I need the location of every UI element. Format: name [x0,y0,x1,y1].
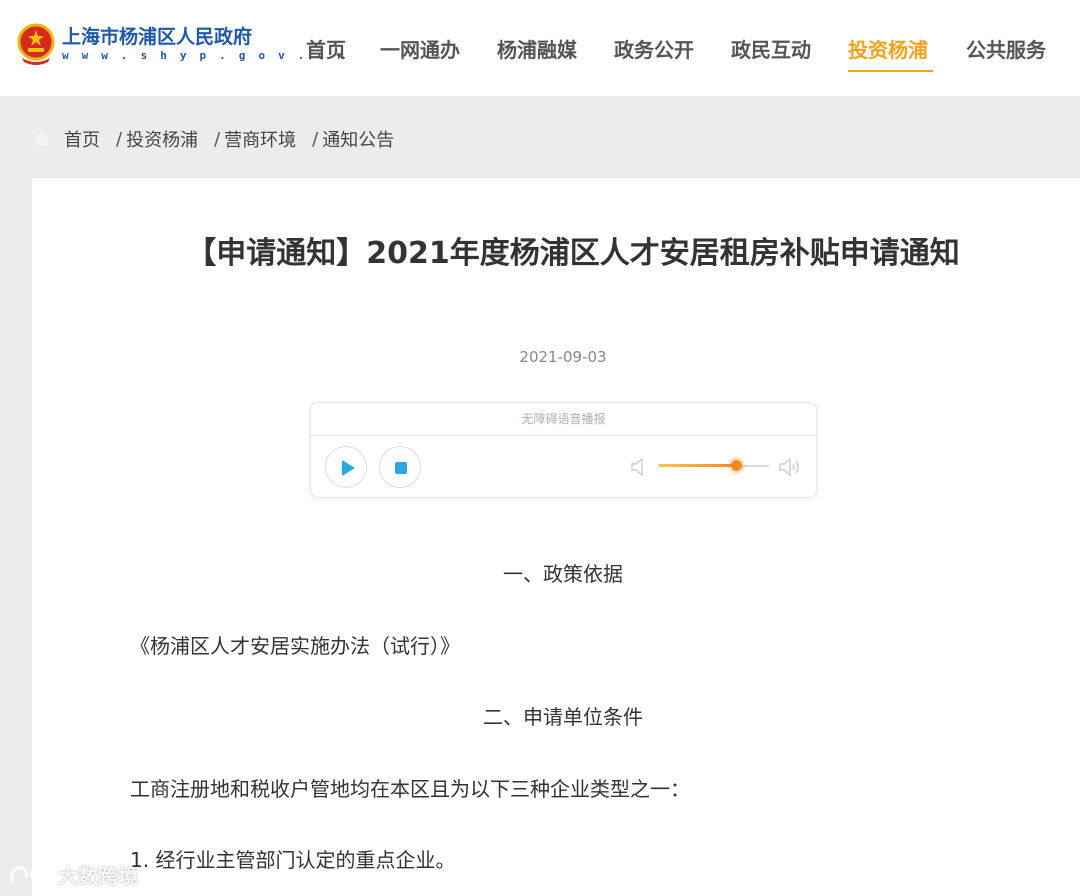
condition-item-1: 1. 经行业主管部门认定的重点企业。 [130,848,456,872]
policy-document-name: 《杨浦区人才安居实施办法（试行）》 [130,634,460,658]
nav-home[interactable]: 首页 [306,34,346,63]
volume-slider-knob[interactable] [730,460,742,471]
breadcrumb-home[interactable]: 首页 [64,126,100,152]
breadcrumb-business-environment[interactable]: 营商环境 [224,126,296,152]
nav-government-affairs[interactable]: 政务公开 [614,34,694,63]
nav-yangpu-media[interactable]: 杨浦融媒 [497,34,577,63]
section-heading-policy-basis: 一、政策依据 [503,562,623,586]
article-card: 【申请通知】2021年度杨浦区人才安居租房补贴申请通知 2021-09-03 无… [32,178,1080,896]
article-title: 【申请通知】2021年度杨浦区人才安居租房补贴申请通知 [186,236,960,271]
nav-invest-yangpu[interactable]: 投资杨浦 [848,34,928,63]
home-icon [34,132,50,146]
nav-one-stop-service[interactable]: 一网通办 [380,34,460,63]
main-nav: 首页 一网通办 杨浦融媒 政务公开 政民互动 投资杨浦 公共服务 [0,34,1080,74]
article-date: 2021-09-03 [519,348,607,366]
breadcrumb: 首页 / 投资杨浦 / 营商环境 / 通知公告 [32,126,394,152]
play-button[interactable] [325,446,367,488]
audio-player-heading: 无障碍语音播报 [311,403,816,436]
conditions-intro: 工商注册地和税收户管地均在本区且为以下三种企业类型之一： [130,777,690,801]
stop-icon [395,462,407,474]
breadcrumb-separator: / [312,128,319,150]
watermark: 大数跨境 [8,860,138,889]
volume-slider-fill [659,464,736,467]
play-icon [342,460,355,476]
breadcrumb-separator: / [116,128,123,150]
stop-button[interactable] [379,446,421,488]
site-header: 上海市杨浦区人民政府 w w w . s h y p . g o v . c n… [0,0,1080,96]
breadcrumb-invest-yangpu[interactable]: 投资杨浦 [126,126,198,152]
audio-player: 无障碍语音播报 [310,402,817,498]
volume-slider[interactable] [659,459,769,473]
breadcrumb-notices[interactable]: 通知公告 [322,126,394,152]
volume-low-icon [631,458,643,476]
nav-interaction[interactable]: 政民互动 [731,34,811,63]
volume-high-icon [779,457,799,477]
nav-public-service[interactable]: 公共服务 [966,34,1046,63]
watermark-text: 大数跨境 [58,864,138,888]
active-nav-indicator [848,70,933,72]
watermark-logo-icon [10,865,52,882]
section-heading-applicant-conditions: 二、申请单位条件 [483,705,643,729]
breadcrumb-separator: / [214,128,221,150]
